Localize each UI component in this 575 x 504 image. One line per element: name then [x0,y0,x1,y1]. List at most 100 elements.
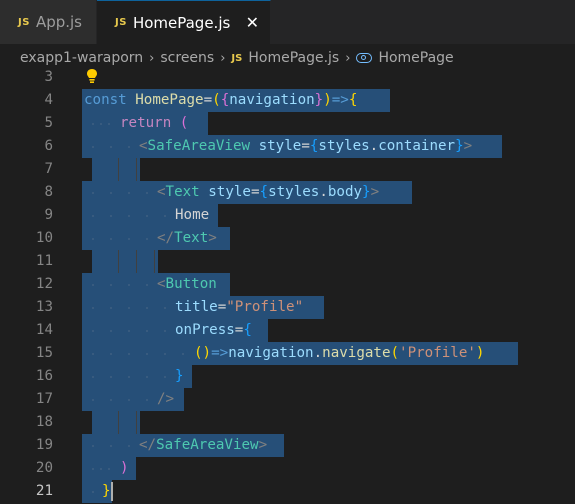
whitespace-marker [92,238,94,240]
tab-bar-empty-area [271,0,575,44]
line-number: 16 [35,368,53,384]
tab-label: HomePage.js [132,13,231,32]
line-number: 10 [35,230,53,246]
code-text: return ( [120,112,188,135]
code-editor[interactable]: 3 4 const HomePage=({navigation})=>{ 5 r… [0,66,575,504]
line-number: 12 [35,276,53,292]
tab-app-js[interactable]: JS App.js [0,0,97,44]
token: { [220,92,230,108]
line-number: 7 [44,161,53,177]
code-line: 9 Home [0,204,575,227]
indent-guide [154,250,155,273]
indent-guide [118,411,119,434]
whitespace-marker [92,399,94,401]
indent-guide [136,158,137,181]
token: } [314,92,324,108]
whitespace-marker [146,215,148,217]
whitespace-marker [128,284,130,286]
whitespace-marker [92,123,94,125]
whitespace-marker [128,146,130,148]
whitespace-marker [146,238,148,240]
code-text: Home [175,204,209,227]
code-line: 4 const HomePage=({navigation})=>{ [0,89,575,112]
selection-highlight [92,250,158,273]
line-number: 21 [35,483,53,499]
code-line: 19 </SafeAreaView> [0,434,575,457]
breadcrumb-subfolder[interactable]: screens [160,50,214,66]
text-cursor [111,482,113,501]
whitespace-marker [92,491,94,493]
selection-highlight [92,411,140,434]
whitespace-marker [92,192,94,194]
whitespace-marker [146,307,148,309]
line-number: 18 [35,414,53,430]
code-text: ()=>navigation.navigate('Profile') [194,342,484,365]
whitespace-marker [92,445,94,447]
whitespace-marker [128,330,130,332]
token: styles [318,138,370,154]
code-line: 10 </Text> [0,227,575,250]
code-line: 7 [0,158,575,181]
code-line: 5 return ( [0,112,575,135]
whitespace-marker [100,468,102,470]
line-number: 5 [44,115,53,131]
js-file-icon: JS [115,17,127,28]
token: </ [139,437,157,453]
whitespace-marker [146,284,148,286]
breadcrumb-folder[interactable]: exapp1-waraporn [20,50,143,66]
token: . [369,138,379,154]
token: title [175,299,218,315]
whitespace-marker [110,330,112,332]
code-line: 16 } [0,365,575,388]
code-text: } [175,365,184,388]
whitespace-marker [128,307,130,309]
token: > [463,138,473,154]
whitespace-marker [110,238,112,240]
whitespace-marker [128,445,130,447]
code-text: <Text style={styles.body}> [157,181,379,204]
line-number: 4 [44,92,53,108]
breadcrumb-symbol[interactable]: HomePage [378,50,453,66]
whitespace-marker [110,307,112,309]
token: ( [390,345,400,361]
whitespace-marker [182,353,184,355]
line-number: 6 [44,138,53,154]
indent-guide [118,250,119,273]
whitespace-marker [92,468,94,470]
whitespace-marker [108,468,110,470]
code-line: 13 title="Profile" [0,296,575,319]
lightbulb-icon[interactable] [87,69,97,84]
code-line: 3 [0,66,575,89]
close-icon[interactable]: ✕ [242,13,262,32]
code-line: 6 <SafeAreaView style={styles.container}… [0,135,575,158]
code-text: </SafeAreaView> [139,434,267,457]
line-number: 13 [35,299,53,315]
editor-window: JS App.js JS HomePage.js ✕ exapp1-warapo… [0,0,575,504]
line-number: 14 [35,322,53,338]
code-line: 12 <Button [0,273,575,296]
token: < [157,184,166,200]
code-line: 17 /> [0,388,575,411]
whitespace-marker [128,215,130,217]
whitespace-marker [146,353,148,355]
chevron-right-icon: › [220,50,226,66]
whitespace-marker [164,307,166,309]
token: Home [175,207,210,223]
whitespace-marker [146,376,148,378]
code-line: 11 [0,250,575,273]
token: } [455,138,464,154]
breadcrumb-file[interactable]: HomePage.js [248,50,339,66]
whitespace-marker [110,215,112,217]
tab-homepage-js[interactable]: JS HomePage.js ✕ [97,0,272,44]
token: Text [174,230,209,246]
indent-guide [136,250,137,273]
token: < [157,276,166,292]
code-text: </Text> [157,227,217,250]
token: 'Profile' [399,345,476,361]
code-line: 14 onPress={ [0,319,575,342]
token: HomePage [135,92,204,108]
whitespace-marker [92,330,94,332]
whitespace-marker [128,238,130,240]
token: style [208,184,251,200]
token: ) [475,345,485,361]
